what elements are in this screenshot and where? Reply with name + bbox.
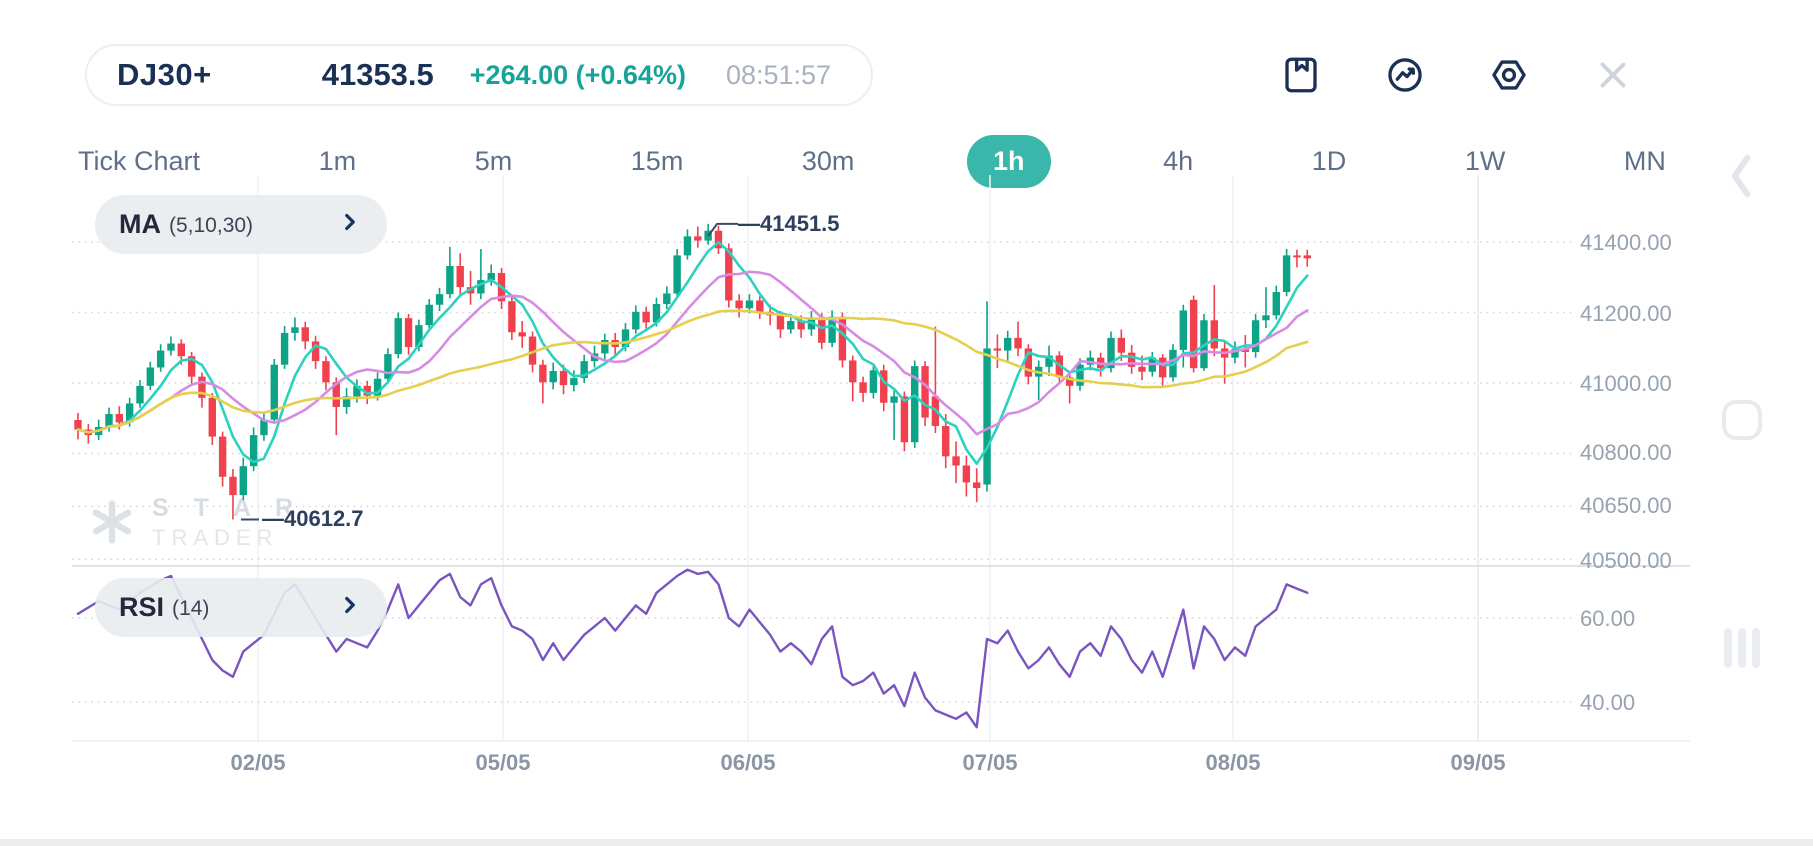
drag-grip-bars-icon[interactable] — [1720, 626, 1764, 670]
low-price-marker: —40612.7 — [262, 506, 364, 532]
rounded-square-tool-icon[interactable] — [1720, 398, 1764, 442]
price-axis-label: 40650.00 — [1580, 493, 1672, 519]
trading-chart-window: DJ30+ 41353.5 +264.00 (+0.64%) 08:51:57 … — [0, 0, 1813, 846]
high-price-marker: —41451.5 — [738, 211, 840, 237]
rsi-indicator-pill[interactable]: RSI (14) — [95, 578, 387, 637]
ma-indicator-params: (5,10,30) — [169, 214, 253, 238]
ma-indicator-name: MA — [119, 209, 161, 240]
date-axis-label: 02/05 — [203, 750, 313, 776]
price-chart[interactable] — [0, 0, 1813, 846]
collapse-panel-chevron-left-icon[interactable] — [1720, 146, 1764, 206]
rsi-indicator-params: (14) — [172, 597, 209, 621]
rsi-indicator-name: RSI — [119, 592, 164, 623]
date-axis-label: 05/05 — [448, 750, 558, 776]
rsi-axis-label: 60.00 — [1580, 606, 1635, 632]
date-axis-label: 06/05 — [693, 750, 803, 776]
chevron-right-icon — [337, 592, 363, 623]
date-axis-label: 07/05 — [935, 750, 1045, 776]
ma-indicator-pill[interactable]: MA (5,10,30) — [95, 195, 387, 254]
price-axis-label: 41200.00 — [1580, 301, 1672, 327]
date-axis-label: 08/05 — [1178, 750, 1288, 776]
date-axis-label: 09/05 — [1423, 750, 1533, 776]
price-axis-label: 40500.00 — [1580, 548, 1672, 574]
price-axis-label: 40800.00 — [1580, 440, 1672, 466]
price-axis-label: 41000.00 — [1580, 371, 1672, 397]
rsi-axis-label: 40.00 — [1580, 690, 1635, 716]
price-axis-label: 41400.00 — [1580, 230, 1672, 256]
chevron-right-icon — [337, 209, 363, 240]
